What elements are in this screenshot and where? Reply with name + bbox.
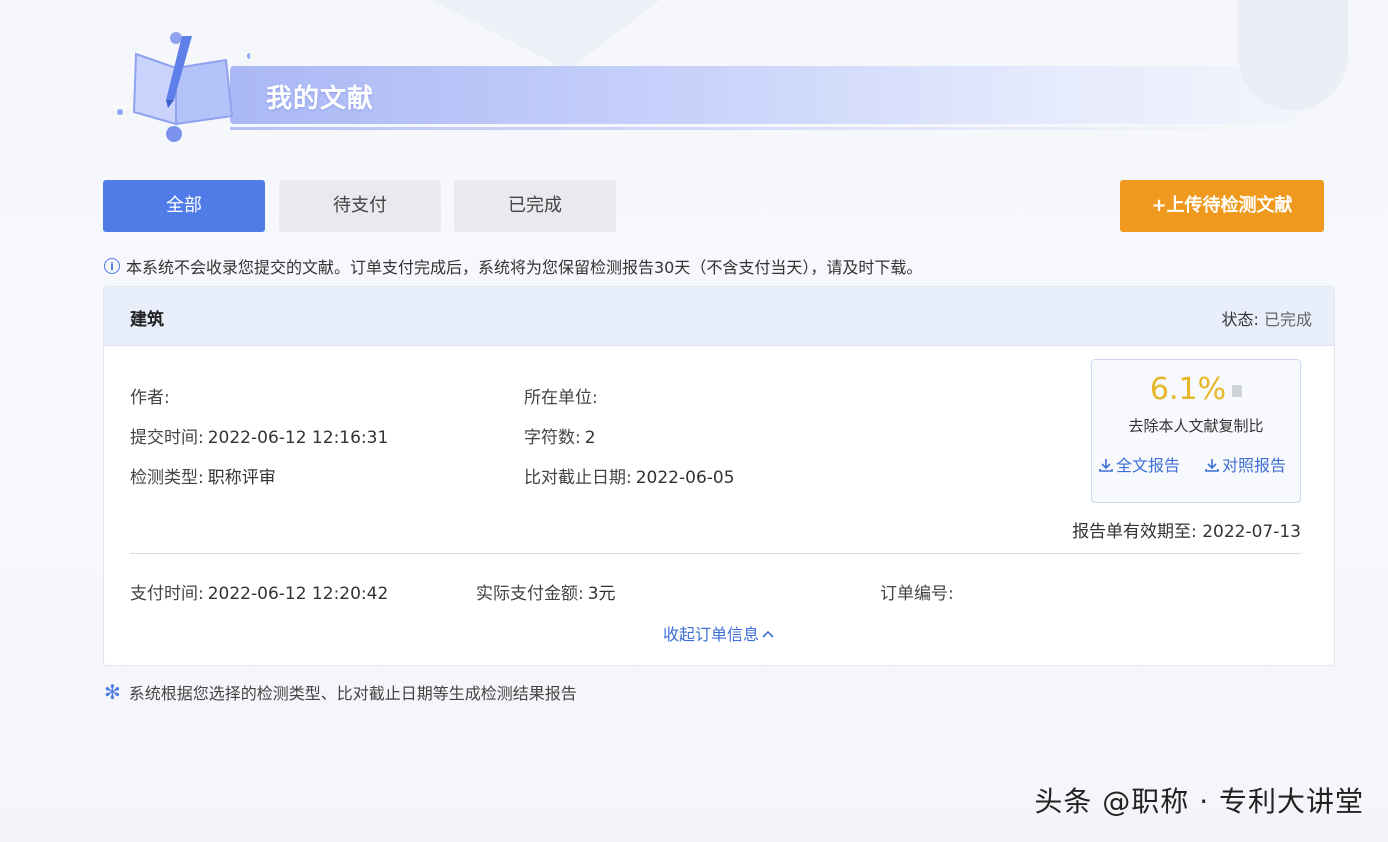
valid-until: 报告单有效期至: 2022-07-13 [1072, 517, 1301, 542]
full-report-label: 全文报告 [1116, 456, 1181, 475]
similarity-value: 6.1% [1149, 372, 1227, 407]
status-value: 已完成 [1263, 310, 1312, 329]
info-icon: i [104, 258, 120, 274]
cutoff-date-label: 比对截止日期: [524, 468, 632, 488]
check-type-field: 检测类型: 职称评审 [130, 463, 276, 488]
organization-label: 所在单位: [524, 388, 598, 408]
card-header: 建筑 状态: 已完成 [104, 287, 1334, 346]
collapse-order-info-label: 收起订单信息 [662, 625, 759, 644]
download-icon [1205, 459, 1219, 472]
document-record-card: 建筑 状态: 已完成 作者: 所在单位: 提交时间: 2022-06-12 12:… [103, 286, 1335, 666]
chevron-up-icon [762, 630, 774, 638]
check-type-value: 职称评审 [207, 468, 276, 488]
download-icon [1099, 459, 1113, 472]
order-number-field: 订单编号: [880, 579, 958, 604]
char-count-field: 字符数: 2 [524, 423, 596, 448]
pay-time-field: 支付时间: 2022-06-12 12:20:42 [130, 579, 388, 604]
tab-all[interactable]: 全部 [103, 180, 265, 232]
cutoff-date-field: 比对截止日期: 2022-06-05 [524, 463, 735, 488]
char-count-label: 字符数: [524, 428, 581, 448]
divider [130, 553, 1301, 554]
amount-value: 3元 [587, 584, 616, 604]
banner-strip [230, 66, 1340, 130]
full-report-link[interactable]: 全文报告 [1098, 452, 1180, 476]
author-label: 作者: [130, 388, 170, 408]
watermark-text: 头条 @职称 · 专利大讲堂 [1034, 785, 1364, 818]
compare-report-label: 对照报告 [1222, 456, 1287, 475]
document-title: 建筑 [130, 310, 164, 330]
book-icon [117, 32, 250, 142]
tab-pending-payment[interactable]: 待支付 [279, 180, 441, 232]
header-banner: 我的文献 [110, 28, 1350, 148]
similarity-percent: 6.1% [1092, 372, 1300, 407]
amount-label: 实际支付金额: [476, 584, 584, 604]
tab-completed[interactable]: 已完成 [454, 180, 616, 232]
author-field: 作者: [130, 383, 174, 408]
organization-field: 所在单位: [524, 383, 602, 408]
pay-time-value: 2022-06-12 12:20:42 [207, 584, 389, 604]
asterisk-icon: ✻ [104, 680, 121, 704]
footnote: ✻ 系统根据您选择的检测类型、比对截止日期等生成检测结果报告 [104, 680, 577, 704]
check-type-label: 检测类型: [130, 468, 204, 488]
status: 状态: 已完成 [1221, 306, 1312, 330]
page: 我的文献 全部 待支付 已完成 +上传待检测文献 i 本系统不会收录您提交的文献… [0, 0, 1388, 842]
upload-document-button[interactable]: +上传待检测文献 [1120, 180, 1324, 232]
amount-field: 实际支付金额: 3元 [476, 579, 616, 604]
submit-time-label: 提交时间: [130, 428, 204, 448]
similarity-result-box: 6.1% 去除本人文献复制比 全文报告 对照报告 [1091, 359, 1301, 503]
cutoff-date-value: 2022-06-05 [635, 468, 735, 488]
char-count-value: 2 [584, 428, 596, 448]
status-label: 状态: [1221, 310, 1259, 329]
valid-until-value: 2022-07-13 [1202, 522, 1301, 542]
notice: i 本系统不会收录您提交的文献。订单支付完成后，系统将为您保留检测报告30天（不… [104, 254, 922, 278]
submit-time-field: 提交时间: 2022-06-12 12:16:31 [130, 423, 388, 448]
collapse-order-info-link[interactable]: 收起订单信息 [104, 621, 1334, 645]
submit-time-value: 2022-06-12 12:16:31 [207, 428, 389, 448]
valid-until-label: 报告单有效期至: [1072, 522, 1197, 542]
pay-time-label: 支付时间: [130, 584, 204, 604]
footnote-text: 系统根据您选择的检测类型、比对截止日期等生成检测结果报告 [128, 684, 577, 703]
document-icon [1232, 384, 1243, 397]
similarity-label: 去除本人文献复制比 [1128, 417, 1264, 435]
page-title: 我的文献 [266, 84, 375, 114]
notice-text: 本系统不会收录您提交的文献。订单支付完成后，系统将为您保留检测报告30天（不含支… [126, 258, 923, 277]
order-number-label: 订单编号: [880, 584, 954, 604]
compare-report-link[interactable]: 对照报告 [1204, 452, 1286, 476]
